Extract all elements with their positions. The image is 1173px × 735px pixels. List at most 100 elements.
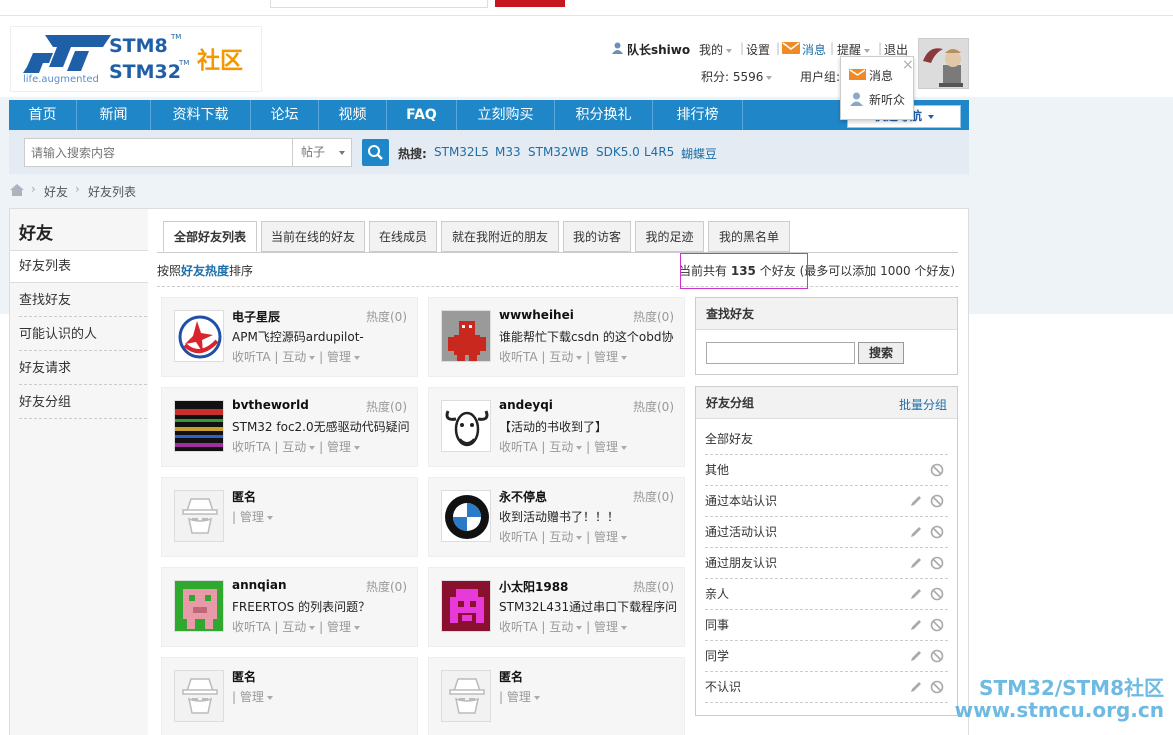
sidebar-item-find-friends[interactable]: 查找好友 — [19, 285, 147, 317]
edit-pencil-icon[interactable] — [909, 649, 923, 663]
interact-menu[interactable]: 互动 — [549, 350, 573, 364]
edit-pencil-icon[interactable] — [909, 680, 923, 694]
manage-menu[interactable]: 管理 — [327, 440, 351, 454]
interact-menu[interactable]: 互动 — [282, 440, 306, 454]
nav-item-home[interactable]: 首页 — [9, 100, 77, 130]
manage-menu[interactable]: 管理 — [594, 350, 618, 364]
nav-item-points-gift[interactable]: 积分换礼 — [555, 100, 653, 130]
friend-avatar[interactable] — [174, 670, 224, 722]
nav-item-downloads[interactable]: 资料下载 — [151, 100, 251, 130]
friend-name[interactable]: bvtheworld — [232, 398, 309, 412]
breadcrumb-friend-list[interactable]: 好友列表 — [88, 183, 148, 200]
sidebar-item-groups[interactable]: 好友分组 — [19, 387, 147, 419]
site-logo[interactable]: life.augmented STM8 TM STM32 TM 社区 — [10, 26, 262, 92]
friend-avatar[interactable] — [441, 310, 491, 362]
friend-avatar[interactable] — [441, 400, 491, 452]
top-search-input[interactable] — [270, 0, 488, 8]
search-scope-select[interactable]: 帖子 — [292, 138, 352, 167]
friend-status[interactable]: APM飞控源码ardupilot- — [232, 328, 410, 345]
nav-item-ranking[interactable]: 排行榜 — [653, 100, 743, 130]
friend-avatar[interactable] — [174, 490, 224, 542]
tab-online-members[interactable]: 在线成员 — [369, 221, 437, 252]
nav-item-buy[interactable]: 立刻购买 — [457, 100, 555, 130]
group-item[interactable]: 通过朋友认识 — [705, 548, 948, 579]
friend-status[interactable]: FREERTOS 的列表问题？ — [232, 598, 410, 615]
group-item[interactable]: 全部好友 — [705, 424, 948, 455]
nav-item-news[interactable]: 新闻 — [77, 100, 151, 130]
friend-name[interactable]: wwwheihei — [499, 308, 574, 322]
block-icon[interactable] — [930, 587, 944, 601]
hot-search-link[interactable]: L4R5 — [644, 145, 674, 159]
interact-menu[interactable]: 互动 — [282, 350, 306, 364]
settings-link[interactable]: 设置 — [746, 41, 770, 58]
group-item[interactable]: 同事 — [705, 610, 948, 641]
group-item[interactable]: 通过活动认识 — [705, 517, 948, 548]
friend-name[interactable]: 匿名 — [499, 668, 523, 685]
block-icon[interactable] — [930, 525, 944, 539]
friend-avatar[interactable] — [174, 580, 224, 632]
batch-group-link[interactable]: 批量分组 — [899, 396, 947, 413]
manage-menu[interactable]: 管理 — [594, 620, 618, 634]
nav-item-forum[interactable]: 论坛 — [251, 100, 319, 130]
tab-blacklist[interactable]: 我的黑名单 — [708, 221, 790, 252]
tab-my-visitors[interactable]: 我的访客 — [563, 221, 631, 252]
edit-pencil-icon[interactable] — [909, 525, 923, 539]
friend-status[interactable]: 收到活动赠书了！！！ — [499, 508, 677, 525]
block-icon[interactable] — [930, 618, 944, 632]
friend-status[interactable]: 【活动的书收到了】 — [499, 418, 677, 435]
follow-link[interactable]: 收听TA — [232, 350, 271, 364]
hot-search-link[interactable]: STM32WB — [528, 145, 589, 159]
manage-menu[interactable]: 管理 — [594, 440, 618, 454]
block-icon[interactable] — [930, 463, 944, 477]
my-menu[interactable]: 我的 — [699, 41, 733, 58]
friend-name[interactable]: 电子星辰 — [232, 308, 280, 325]
interact-menu[interactable]: 互动 — [549, 530, 573, 544]
home-icon[interactable] — [10, 184, 24, 196]
block-icon[interactable] — [930, 556, 944, 570]
nav-item-video[interactable]: 视频 — [319, 100, 387, 130]
find-friends-button[interactable]: 搜索 — [858, 342, 904, 364]
edit-pencil-icon[interactable] — [909, 494, 923, 508]
group-item[interactable]: 亲人 — [705, 579, 948, 610]
block-icon[interactable] — [930, 649, 944, 663]
edit-pencil-icon[interactable] — [909, 587, 923, 601]
friend-status[interactable]: STM32L431通过串口下载程序问 — [499, 598, 677, 615]
sidebar-item-friend-list[interactable]: 好友列表 — [10, 251, 148, 283]
group-item[interactable]: 通过本站认识 — [705, 486, 948, 517]
find-friends-input[interactable] — [706, 342, 855, 364]
friend-name[interactable]: 匿名 — [232, 488, 256, 505]
manage-menu[interactable]: 管理 — [240, 510, 264, 524]
friend-avatar[interactable] — [441, 490, 491, 542]
group-item[interactable]: 不认识 — [705, 672, 948, 703]
follow-link[interactable]: 收听TA — [499, 350, 538, 364]
popup-new-listener-link[interactable]: 新听众 — [869, 91, 905, 108]
friend-avatar[interactable] — [174, 400, 224, 452]
friend-name[interactable]: 小太阳1988 — [499, 578, 568, 595]
interact-menu[interactable]: 互动 — [549, 620, 573, 634]
friend-avatar[interactable] — [441, 580, 491, 632]
follow-link[interactable]: 收听TA — [499, 620, 538, 634]
group-item[interactable]: 同学 — [705, 641, 948, 672]
manage-menu[interactable]: 管理 — [240, 690, 264, 704]
manage-menu[interactable]: 管理 — [327, 620, 351, 634]
hot-search-link[interactable]: SDK5.0 — [596, 145, 640, 159]
search-input[interactable] — [24, 138, 292, 167]
messages-link[interactable]: 消息 — [802, 41, 826, 58]
friend-avatar[interactable] — [441, 670, 491, 722]
edit-pencil-icon[interactable] — [909, 556, 923, 570]
manage-menu[interactable]: 管理 — [507, 690, 531, 704]
friend-avatar[interactable] — [174, 310, 224, 362]
friend-name[interactable]: annqian — [232, 578, 287, 592]
sort-heat-link[interactable]: 好友热度 — [181, 264, 229, 278]
follow-link[interactable]: 收听TA — [232, 620, 271, 634]
group-item[interactable]: 其他 — [705, 455, 948, 486]
nav-item-faq[interactable]: FAQ — [387, 100, 457, 130]
hot-search-link[interactable]: 蝴蝶豆 — [681, 145, 717, 162]
user-avatar[interactable] — [918, 38, 969, 89]
manage-menu[interactable]: 管理 — [594, 530, 618, 544]
manage-menu[interactable]: 管理 — [327, 350, 351, 364]
hot-search-link[interactable]: STM32L5 — [434, 145, 489, 159]
interact-menu[interactable]: 互动 — [282, 620, 306, 634]
interact-menu[interactable]: 互动 — [549, 440, 573, 454]
popup-messages-link[interactable]: 消息 — [869, 67, 893, 84]
